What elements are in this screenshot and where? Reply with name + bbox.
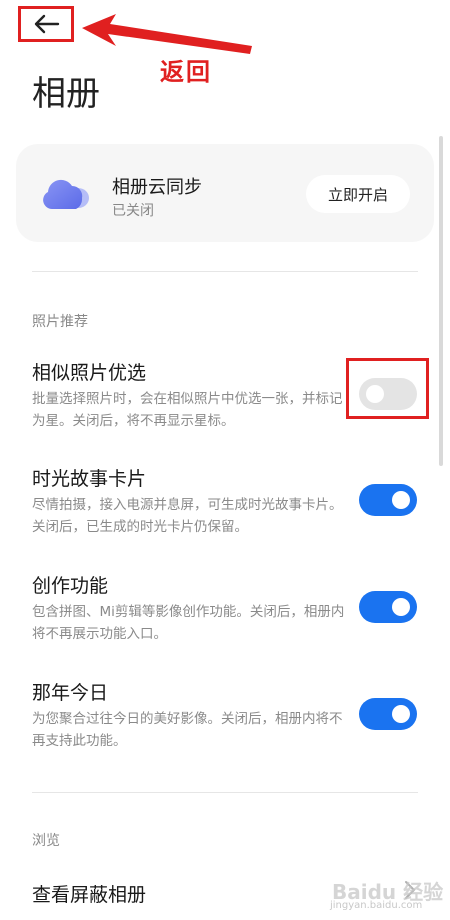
setting-description: 尽情拍摄，接入电源并息屏，可生成时光故事卡片。关闭后，已生成的时光卡片仍保留。 (32, 497, 343, 535)
toggle-knob (392, 598, 410, 616)
setting-title: 相似照片优选 (32, 362, 147, 384)
back-button[interactable] (18, 6, 74, 42)
nav-item-label: 查看屏蔽相册 (32, 884, 147, 906)
divider (32, 792, 418, 793)
watermark-url: jingyan.baidu.com (330, 900, 423, 911)
page-title: 相册 (32, 74, 100, 114)
cloud-sync-title: 相册云同步 (112, 177, 202, 198)
arrow-left-icon (34, 14, 60, 34)
toggle-knob (392, 491, 410, 509)
section-label-browse: 浏览 (32, 833, 60, 849)
setting-title: 那年今日 (32, 682, 109, 704)
setting-row-story-cards[interactable]: 时光故事卡片 尽情拍摄，接入电源并息屏，可生成时光故事卡片。关闭后，已生成的时光… (0, 464, 450, 554)
creation-toggle[interactable] (359, 591, 417, 623)
setting-description: 批量选择照片时，会在相似照片中优选一张，并标记为星。关闭后，将不再显示星标。 (32, 391, 343, 429)
annotation-back-label: 返回 (160, 58, 212, 86)
setting-description: 为您聚合过往今日的美好影像。关闭后，相册内将不再支持此功能。 (32, 711, 343, 749)
toggle-knob (392, 705, 410, 723)
section-label-photo-recommend: 照片推荐 (32, 314, 88, 330)
annotation-arrow-icon (82, 14, 252, 54)
setting-row-on-this-day[interactable]: 那年今日 为您聚合过往今日的美好影像。关闭后，相册内将不再支持此功能。 (0, 678, 450, 768)
cloud-icon (43, 179, 89, 209)
setting-description: 包含拼图、Mi剪辑等影像创作功能。关闭后，相册内将不再展示功能入口。 (32, 604, 345, 642)
setting-row-creation[interactable]: 创作功能 包含拼图、Mi剪辑等影像创作功能。关闭后，相册内将不再展示功能入口。 (0, 571, 450, 661)
cloud-sync-status: 已关闭 (112, 203, 154, 219)
divider (32, 271, 418, 272)
annotation-highlight-box (346, 358, 429, 419)
setting-title: 创作功能 (32, 575, 109, 597)
on-this-day-toggle[interactable] (359, 698, 417, 730)
enable-cloud-sync-button[interactable]: 立即开启 (306, 175, 410, 213)
story-cards-toggle[interactable] (359, 484, 417, 516)
setting-title: 时光故事卡片 (32, 468, 147, 490)
